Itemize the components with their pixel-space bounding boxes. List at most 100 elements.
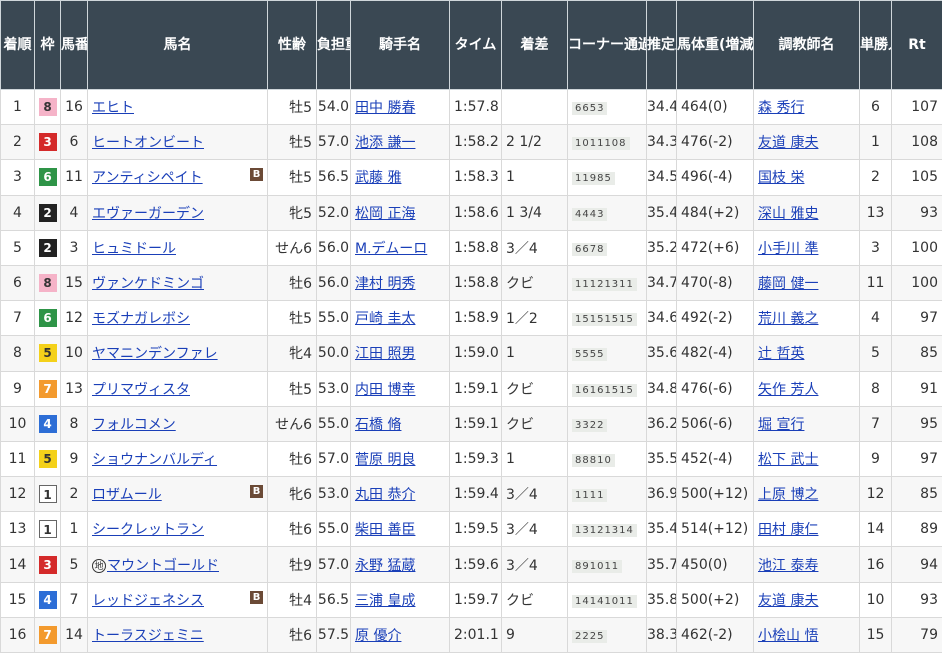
trainer-link[interactable]: 森 秀行 [758,100,804,116]
horse-name-cell: トーラスジェミニ [87,616,268,654]
trainer-link[interactable]: 田村 康仁 [758,522,818,538]
trainer-link[interactable]: 松下 武士 [758,452,818,468]
last-3f: 34.7 [646,264,677,302]
horse-name-link[interactable]: ロザムール [92,487,162,503]
trainer-link[interactable]: 荒川 義之 [758,311,818,327]
horse-name-link[interactable]: トーラスジェミニ [92,628,204,644]
jockey-link[interactable]: 三浦 皇成 [355,590,435,610]
popularity: 9 [859,440,892,478]
waku-badge: 3 [38,555,57,574]
horse-name-link[interactable]: マウントゴールド [107,558,219,574]
jockey-link[interactable]: 柴田 善臣 [355,519,435,539]
horse-number: 6 [60,124,88,161]
waku-badge: 5 [38,449,57,468]
corner-cell: 11985 [567,159,647,196]
jockey-cell: 原 優介 [350,616,450,654]
jockey-link[interactable]: 田中 勝春 [355,97,435,117]
body-weight: 484(+2) [676,194,754,231]
horse-name-link[interactable]: プリマヴィスタ [92,382,190,398]
trainer-link[interactable]: 辻 哲英 [758,346,804,362]
rating: 97 [891,300,942,337]
carried-weight: 54.0 [316,88,351,126]
trainer-link[interactable]: 小桧山 悟 [758,628,818,644]
rating: 93 [891,194,942,231]
horse-name-link[interactable]: エヒト [92,100,134,116]
race-time: 1:59.7 [449,581,502,618]
trainer-cell: 田村 康仁 [753,511,860,548]
jockey-link[interactable]: 松岡 正海 [355,203,435,223]
jockey-cell: 津村 明秀 [350,264,450,302]
table-row: 1 8 16 エヒト 牡5 54.0 田中 勝春 1:57.8 6653 34.4 464(0) 森 … [0,88,942,126]
last-3f: 34.8 [646,370,677,407]
corner-cell: 13121314 [567,511,647,548]
horse-name-link[interactable]: レッドジェネシス [92,593,204,609]
sex-age: せん6 [267,229,317,266]
horse-name-link[interactable]: モズナガレボシ [92,311,190,327]
horse-name-link[interactable]: ヒートオンビート [92,135,204,151]
trainer-link[interactable]: 国枝 栄 [758,170,804,186]
sex-age: 牡5 [267,88,317,126]
carried-weight: 56.5 [316,159,351,196]
trainer-link[interactable]: 友道 康夫 [758,593,818,609]
jockey-link[interactable]: 原 優介 [355,625,435,645]
jockey-link[interactable]: 池添 謙一 [355,132,435,152]
horse-name-link[interactable]: エヴァーガーデン [92,206,204,222]
trainer-link[interactable]: 友道 康夫 [758,135,818,151]
carried-weight: 50.0 [316,335,351,372]
jockey-link[interactable]: 武藤 雅 [355,167,435,187]
trainer-cell: 森 秀行 [753,88,860,126]
horse-number: 5 [60,546,88,583]
jockey-link[interactable]: 菅原 明良 [355,449,435,469]
horse-name-link[interactable]: シークレットラン [92,522,204,538]
corner-cell: 4443 [567,194,647,231]
race-result-table: 着順 枠 馬番 馬名 性齢 負担重量 騎手名 タイム 着差 コーナー通過順位 推… [0,0,942,654]
corner-positions: 1011108 [572,137,630,151]
trainer-link[interactable]: 池江 泰寿 [758,558,818,574]
race-time: 1:59.3 [449,440,502,478]
corner-positions: 6678 [572,242,608,256]
finish-position: 5 [0,229,35,266]
trainer-link[interactable]: 上原 博之 [758,487,818,503]
waku-cell: 3 [34,546,61,583]
horse-name-link[interactable]: ヴァンケドミンゴ [92,276,204,292]
trainer-link[interactable]: 深山 雅史 [758,206,818,222]
jockey-link[interactable]: 丸田 恭介 [355,484,435,504]
jockey-cell: 三浦 皇成 [350,581,450,618]
corner-positions: 891011 [572,559,623,573]
jockey-link[interactable]: 内田 博幸 [355,379,435,399]
horse-name-link[interactable]: アンティシペイト [92,170,203,186]
jockey-link[interactable]: 永野 猛蔵 [355,555,435,575]
jockey-link[interactable]: M.デムーロ [355,238,435,258]
jockey-link[interactable]: 石橋 脩 [355,414,435,434]
body-weight: 500(+2) [676,581,754,618]
rating: 105 [891,159,942,196]
horse-name-link[interactable]: ヒュミドール [92,241,176,257]
body-weight: 514(+12) [676,511,754,548]
horse-number: 16 [60,88,88,126]
jockey-cell: 内田 博幸 [350,370,450,407]
carried-weight: 55.0 [316,511,351,548]
horse-name-link[interactable]: フォルコメン [92,417,176,433]
trainer-link[interactable]: 矢作 芳人 [758,382,818,398]
jockey-link[interactable]: 津村 明秀 [355,273,435,293]
race-time: 1:58.2 [449,124,502,161]
margin: 3／4 [501,546,568,583]
margin: クビ [501,264,568,302]
rating: 108 [891,124,942,161]
rating: 94 [891,546,942,583]
jockey-link[interactable]: 戸崎 圭太 [355,308,435,328]
trainer-link[interactable]: 小手川 準 [758,241,818,257]
horse-name-link[interactable]: ヤマニンデンファレ [92,346,218,362]
sex-age: 牝6 [267,476,317,513]
jockey-link[interactable]: 江田 照男 [355,343,435,363]
trainer-link[interactable]: 堀 宣行 [758,417,804,433]
race-time: 1:59.6 [449,546,502,583]
race-time: 2:01.1 [449,616,502,654]
table-row: 2 3 6 ヒートオンビート 牡5 57.0 池添 謙一 1:58.2 2 1/2 1011108… [0,124,942,161]
horse-name-link[interactable]: ショウナンバルディ [92,452,217,468]
waku-cell: 2 [34,194,61,231]
trainer-link[interactable]: 藤岡 健一 [758,276,818,292]
finish-position: 11 [0,440,35,478]
jockey-cell: 松岡 正海 [350,194,450,231]
blinker-icon: B [250,485,263,499]
